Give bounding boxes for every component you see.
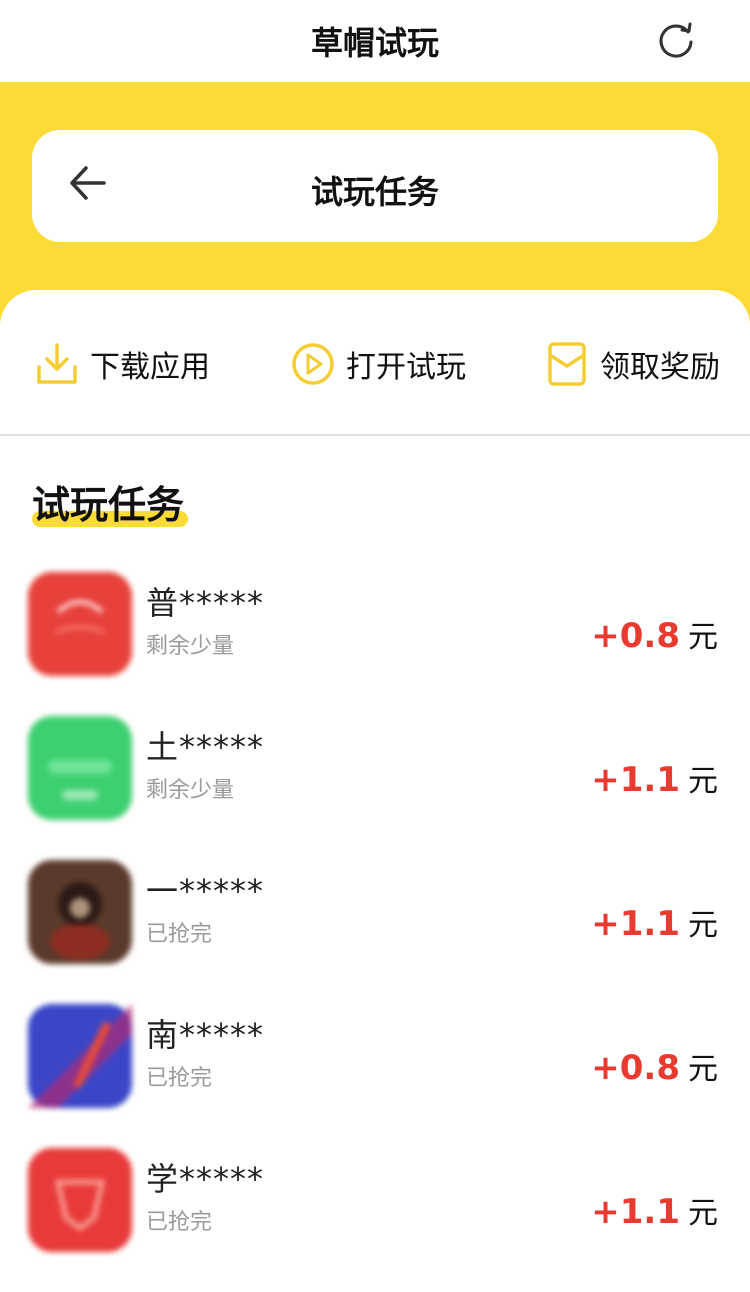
task-item[interactable]: 一***** 已抢完 +1.1 元 <box>0 860 750 1004</box>
step-reward: 领取奖励 <box>544 340 720 388</box>
reward-unit: 元 <box>688 764 718 799</box>
reward-unit: 元 <box>688 1052 718 1087</box>
task-name: 一***** <box>146 872 265 910</box>
task-item[interactable]: 南***** 已抢完 +0.8 元 <box>0 1004 750 1148</box>
reward-amount: +1.1 <box>591 1192 680 1232</box>
task-status: 已抢完 <box>146 922 213 947</box>
task-item[interactable]: 土***** 剩余少量 +1.1 元 <box>0 716 750 860</box>
section-title: 试玩任务 <box>32 474 189 529</box>
reward: +0.8 元 <box>591 1044 718 1088</box>
reward: +1.1 元 <box>591 900 718 944</box>
main-panel: 下载应用 打开试玩 领取奖励 试玩任务 普***** 剩余少量 +0.8 元 土… <box>0 290 750 1288</box>
reward-unit: 元 <box>688 908 718 943</box>
reward-amount: +1.1 <box>591 904 680 944</box>
refresh-icon[interactable] <box>654 18 698 62</box>
page-title: 试玩任务 <box>310 173 439 211</box>
task-name: 普***** <box>146 584 265 622</box>
play-circle-icon <box>290 341 336 387</box>
task-status: 剩余少量 <box>146 778 235 803</box>
task-name: 南***** <box>146 1016 265 1054</box>
reward-amount: +0.8 <box>591 616 680 656</box>
step-download: 下载应用 <box>34 340 210 388</box>
step-download-label: 下载应用 <box>90 350 210 385</box>
step-play: 打开试玩 <box>290 340 466 388</box>
task-name: 学***** <box>146 1160 265 1198</box>
section-title-text: 试玩任务 <box>32 483 185 527</box>
task-status: 剩余少量 <box>146 634 235 659</box>
task-item[interactable]: 学***** 已抢完 +1.1 元 <box>0 1148 750 1292</box>
reward: +1.1 元 <box>591 756 718 800</box>
reward-unit: 元 <box>688 1196 718 1231</box>
task-name: 土***** <box>146 728 265 766</box>
reward-amount: +0.8 <box>591 1048 680 1088</box>
steps-bar: 下载应用 打开试玩 领取奖励 <box>0 290 750 436</box>
step-play-label: 打开试玩 <box>346 350 466 385</box>
reward-amount: +1.1 <box>591 760 680 800</box>
app-icon <box>28 572 132 676</box>
app-icon <box>28 1148 132 1252</box>
step-reward-label: 领取奖励 <box>600 350 720 385</box>
task-status: 已抢完 <box>146 1210 213 1235</box>
header-card: 试玩任务 <box>32 130 718 242</box>
reward: +0.8 元 <box>591 612 718 656</box>
app-icon <box>28 1004 132 1108</box>
reward-unit: 元 <box>688 620 718 655</box>
top-bar: 草帽试玩 <box>0 0 750 82</box>
app-icon <box>28 716 132 820</box>
download-icon <box>34 341 80 387</box>
app-title: 草帽试玩 <box>310 24 439 62</box>
task-status: 已抢完 <box>146 1066 213 1091</box>
red-envelope-icon <box>544 341 590 387</box>
reward: +1.1 元 <box>591 1188 718 1232</box>
task-item[interactable]: 普***** 剩余少量 +0.8 元 <box>0 572 750 716</box>
app-icon <box>28 860 132 964</box>
